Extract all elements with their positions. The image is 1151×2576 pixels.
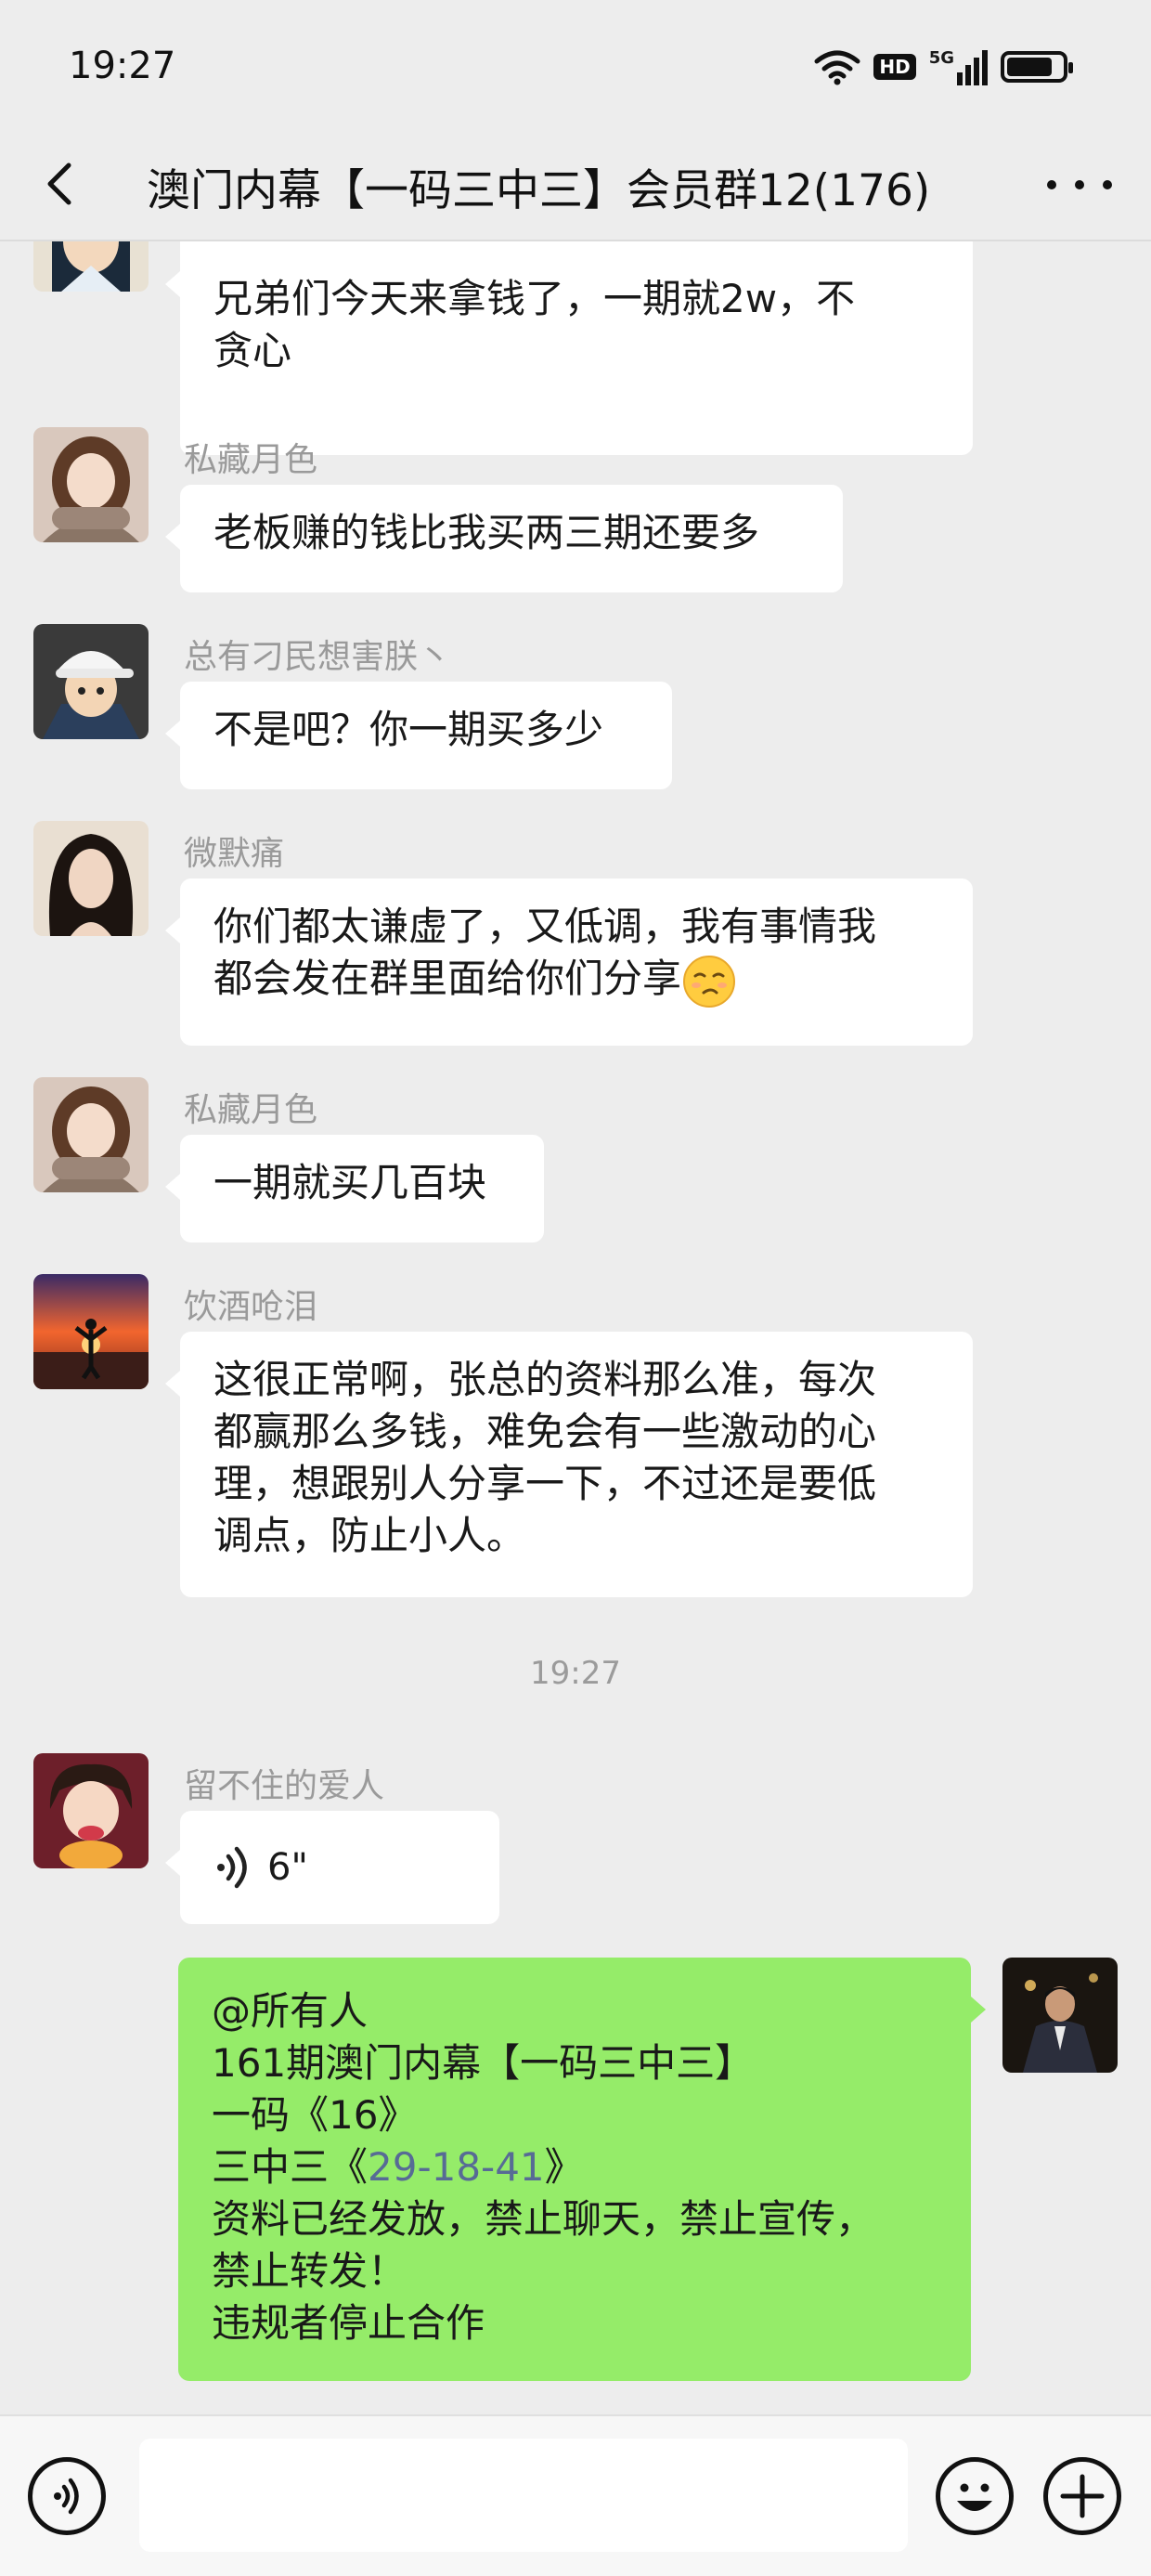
network-label: 5G (928, 48, 954, 68)
message-text: 一码《16》 (212, 2092, 418, 2138)
message-text: 贪心 (213, 328, 292, 373)
message-text: 都赢那么多钱，难免会有一些激动的心 (213, 1409, 877, 1454)
message-timestamp: 19:27 (530, 1655, 621, 1692)
status-icons: HD 5G (814, 46, 1073, 87)
avatar[interactable] (33, 821, 149, 936)
avatar[interactable] (33, 1274, 149, 1389)
message-bubble[interactable]: 一期就买几百块 (165, 1135, 544, 1242)
message-bubble[interactable]: 不是吧？你一期买多少 (165, 682, 672, 789)
avatar[interactable] (33, 1753, 149, 1868)
hd-icon: HD (873, 54, 916, 80)
battery-level (1007, 58, 1052, 76)
chat-messages[interactable]: 兄弟们今天来拿钱了，一期就2w，不 贪心 私藏月色 老板赚的钱比我买两三期还要多… (0, 241, 1151, 2414)
message-text: 调点，防止小人。 (213, 1513, 526, 1558)
battery-icon (1001, 51, 1073, 83)
status-bar: 19:27 HD 5G (0, 0, 1151, 130)
voice-playback-icon (217, 1846, 247, 1889)
number-link[interactable]: 29-18-41 (368, 2144, 545, 2190)
sender-name: 微默痛 (184, 835, 285, 873)
my-avatar[interactable] (1002, 1958, 1118, 2073)
message-text: 老板赚的钱比我买两三期还要多 (213, 510, 760, 555)
message-line: 都会发在群里面给你们分享 (213, 953, 939, 1009)
more-dots-icon[interactable] (1047, 152, 1112, 217)
sender-name: 私藏月色 (184, 441, 318, 479)
message-text: 这很正常啊，张总的资料那么准，每次 (213, 1357, 877, 1402)
message-line: 三中三《29-18-41》 (212, 2141, 938, 2193)
message-text: 一期就买几百块 (213, 1160, 487, 1205)
message-bubble[interactable]: 你们都太谦虚了，又低调，我有事情我 都会发在群里面给你们分享 (165, 878, 973, 1046)
voice-duration: 6" (267, 1846, 308, 1889)
sender-name: 饮酒呛泪 (184, 1288, 318, 1326)
avatar[interactable] (33, 427, 149, 542)
voice-message-bubble[interactable]: 6" (165, 1811, 499, 1924)
my-message-bubble[interactable]: @所有人 161期澳门内幕【一码三中三】 一码《16》 三中三《29-18-41… (178, 1958, 986, 2381)
message-bubble[interactable]: 兄弟们今天来拿钱了，一期就2w，不 贪心 (165, 241, 973, 455)
message-text: @所有人 (212, 1988, 369, 2034)
message-text: 都会发在群里面给你们分享 (213, 956, 682, 1001)
message-bubble[interactable]: 老板赚的钱比我买两三期还要多 (165, 485, 843, 592)
sender-name: 私藏月色 (184, 1091, 318, 1129)
avatar[interactable] (33, 624, 149, 739)
message-text: 》 (544, 2144, 584, 2190)
message-text: 不是吧？你一期买多少 (213, 707, 604, 752)
plus-icon[interactable] (1043, 2457, 1121, 2535)
status-time: 19:27 (69, 45, 176, 87)
chat-header: 澳门内幕【一码三中三】会员群12(176) (0, 130, 1151, 240)
message-text: 三中三《 (212, 2144, 369, 2190)
emoji-icon[interactable] (936, 2457, 1014, 2535)
wifi-icon (814, 50, 860, 85)
page-title: 澳门内幕【一码三中三】会员群12(176) (147, 165, 931, 216)
sender-name: 总有刁民想害朕丶 (184, 638, 452, 676)
message-text: 161期澳门内幕【一码三中三】 (212, 2040, 755, 2086)
avatar[interactable] (33, 241, 149, 292)
message-text: 理，想跟别人分享一下，不过还是要低 (213, 1461, 877, 1506)
avatar[interactable] (33, 1077, 149, 1192)
message-input[interactable] (139, 2439, 908, 2552)
chevron-left-icon[interactable] (35, 147, 95, 221)
message-text: 资料已经发放，禁止聊天，禁止宣传， (212, 2196, 875, 2242)
message-text: 违规者停止合作 (212, 2300, 485, 2346)
message-bubble[interactable]: 这很正常啊，张总的资料那么准，每次 都赢那么多钱，难免会有一些激动的心 理，想跟… (165, 1332, 973, 1597)
voice-input-icon[interactable] (28, 2457, 106, 2535)
5g-signal-icon: 5G (929, 48, 988, 85)
message-text: 禁止转发！ (212, 2248, 407, 2294)
input-bar (0, 2414, 1151, 2576)
message-text: 你们都太谦虚了，又低调，我有事情我 (213, 904, 877, 949)
smirk-emoji-icon (683, 955, 736, 1008)
message-text: 兄弟们今天来拿钱了，一期就2w，不 (213, 276, 856, 321)
sender-name: 留不住的爱人 (184, 1767, 385, 1805)
